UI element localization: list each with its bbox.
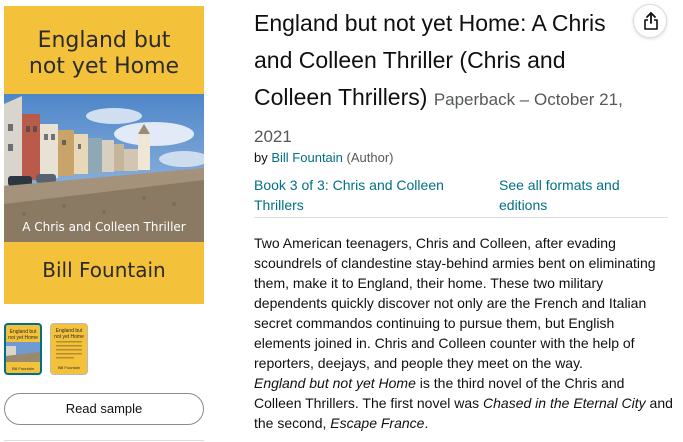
book-cover-image[interactable]: England but not yet Home A Chris and Col… — [4, 6, 204, 304]
divider — [254, 217, 668, 218]
cover-author: Bill Fountain — [42, 258, 166, 282]
cover-title: England but not yet Home — [28, 28, 180, 79]
formats-link-line-2: editions — [499, 197, 548, 213]
description-paragraph-1: Two American teenagers, Chris and Collee… — [254, 235, 656, 371]
series-link-line-1: Book 3 of 3: Chris and Colleen — [254, 177, 444, 193]
thumbnail-author: Bill Fountain — [11, 366, 34, 371]
series-link[interactable]: Book 3 of 3: Chris and Colleen Thrillers — [254, 175, 469, 215]
product-title-line-3: Colleen Thrillers) — [254, 84, 428, 110]
thumbnail-title: England but not yet Home — [8, 329, 38, 341]
thumbnail-back-cover[interactable]: England but not yet Home Bill Fountain — [50, 323, 88, 375]
thumbnail-text-lines — [56, 341, 82, 359]
description-paragraph-2: England but not yet Home is the third no… — [254, 373, 674, 433]
binding-format-date: Paperback – October 21, — [433, 90, 623, 109]
author-link[interactable]: Bill Fountain — [271, 150, 343, 165]
thumbnail-photo — [6, 342, 40, 362]
by-prefix: by — [254, 150, 268, 165]
formats-link-line-1: See all formats and — [499, 177, 620, 193]
divider — [4, 440, 204, 441]
second-novel-title: Escape France — [330, 415, 425, 431]
author-role: (Author) — [346, 150, 394, 165]
book-title-italic: England but not yet Home — [254, 375, 416, 391]
read-sample-button[interactable]: Read sample — [4, 393, 204, 425]
product-title-block: England but not yet Home: A Chris and Co… — [254, 5, 654, 155]
byline: by Bill Fountain (Author) — [254, 150, 394, 165]
series-link-line-2: Thrillers — [254, 197, 304, 213]
first-novel-title: Chased in the Eternal City — [483, 395, 646, 411]
product-title-line-2: and Colleen Thriller (Chris and — [254, 47, 566, 73]
cover-tagline: A Chris and Colleen Thriller — [22, 220, 186, 234]
book-description: Two American teenagers, Chris and Collee… — [254, 233, 674, 433]
thumbnail-front-cover[interactable]: England but not yet Home Bill Fountain — [4, 323, 42, 375]
description-text: . — [424, 415, 429, 431]
thumbnail-author: Bill Fountain — [57, 365, 80, 370]
product-title-line-1: England but not yet Home: A Chris — [254, 10, 606, 36]
see-all-formats-link[interactable]: See all formats and editions — [499, 175, 659, 215]
thumbnail-title: England but not yet Home — [54, 328, 84, 340]
